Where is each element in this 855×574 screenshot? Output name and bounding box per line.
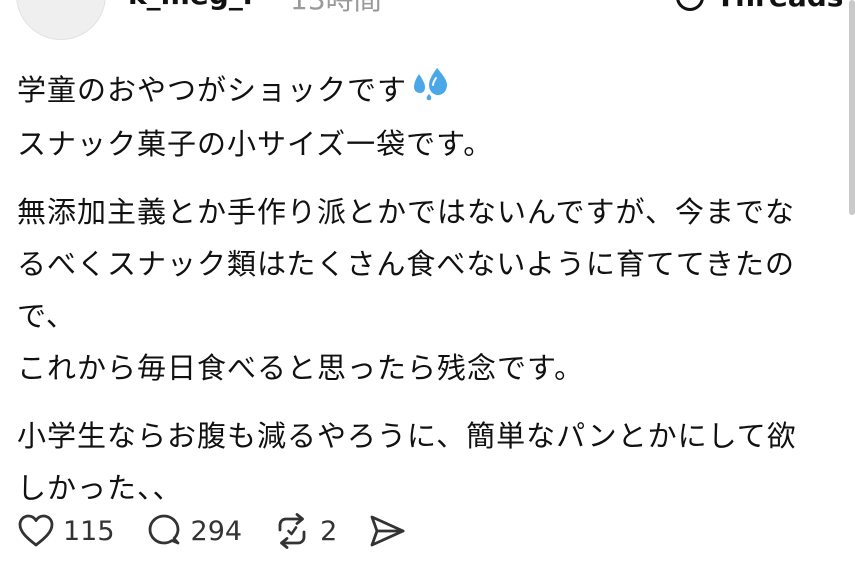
text-line: スナック菓子の小サイズ一袋です。: [17, 127, 494, 161]
threads-icon: [676, 0, 704, 11]
comment-icon: [145, 513, 183, 549]
paragraph-3: 小学生ならお腹も減るやろうに、簡単なパンとかにして欲 しかった、、: [17, 410, 832, 514]
heart-icon: [17, 513, 55, 549]
sweat-droplets-icon: [411, 66, 451, 118]
text-line: るべくスナック類はたくさん食べないように育ててきたの: [17, 247, 795, 281]
repost-icon: [272, 513, 312, 549]
share-button[interactable]: [367, 513, 407, 549]
reply-button[interactable]: 294: [145, 513, 243, 549]
like-button[interactable]: 115: [17, 513, 115, 549]
like-count: 115: [63, 515, 115, 547]
share-icon: [367, 513, 407, 549]
threads-link[interactable]: Threads: [676, 0, 843, 13]
text-line: しかった、、: [17, 471, 183, 505]
text-line: 無添加主義とか手作り派とかではないんですが、今までな: [17, 195, 795, 229]
username[interactable]: k_meg_i: [128, 0, 252, 11]
text-line: で、: [17, 299, 76, 333]
repost-count: 2: [320, 515, 338, 547]
action-bar: 115 294 2: [17, 508, 437, 554]
repost-button[interactable]: 2: [272, 513, 337, 549]
text-line: 小学生ならお腹も減るやろうに、簡単なパンとかにして欲: [17, 419, 797, 453]
threads-label: Threads: [716, 0, 843, 13]
text-line: 学童のおやつがショックです: [17, 64, 832, 118]
post-timestamp: 13時間: [290, 0, 382, 18]
paragraph-2: 無添加主義とか手作り派とかではないんですが、今までな るべくスナック類はたくさん…: [17, 186, 832, 394]
scrollbar[interactable]: [849, 0, 855, 215]
post-body: 学童のおやつがショックです スナック菓子の小サイズ一袋です。 無添加主義とか手作…: [17, 64, 832, 530]
reply-count: 294: [190, 515, 243, 547]
paragraph-1: 学童のおやつがショックです スナック菓子の小サイズ一袋です。: [17, 64, 832, 170]
avatar[interactable]: [16, 0, 106, 40]
text-span: 学童のおやつがショックです: [17, 73, 408, 107]
text-line: これから毎日食べると思ったら残念です。: [17, 351, 585, 385]
